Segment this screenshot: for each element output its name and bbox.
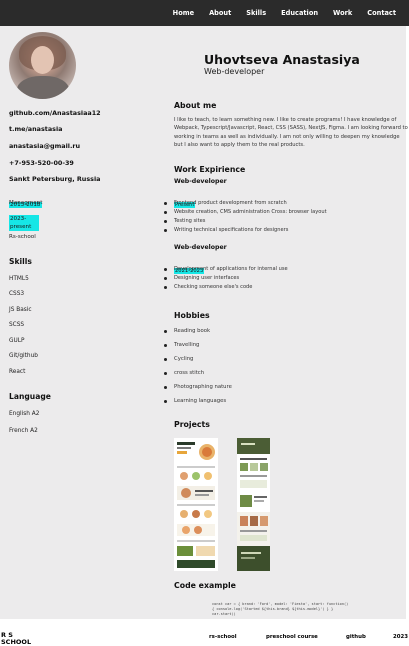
hobby-text: Travelling bbox=[174, 342, 200, 348]
bullet-icon bbox=[164, 211, 167, 214]
project-thumbnail-1[interactable] bbox=[174, 438, 218, 571]
email-link[interactable]: anastasia@gmail.ru bbox=[9, 142, 80, 150]
hobby-item: Reading book bbox=[164, 328, 211, 334]
bullet-icon bbox=[164, 330, 167, 333]
skill-item: React bbox=[9, 369, 26, 375]
nav-skills-link[interactable]: Skills bbox=[246, 9, 266, 17]
job-duties-list: Development of applications for internal… bbox=[164, 265, 288, 292]
skill-item: JS Basic bbox=[9, 307, 32, 313]
about-text: I like to teach, to learn something new.… bbox=[174, 117, 408, 149]
github-link[interactable]: github.com/Anastasiaa12 bbox=[9, 109, 101, 117]
job-duty-text: Website creation, CMS administration Cro… bbox=[174, 209, 327, 215]
footer-preschool-link[interactable]: preschool course bbox=[266, 634, 318, 640]
nav-work-link[interactable]: Work bbox=[333, 9, 352, 17]
footer-year: 2023 bbox=[393, 634, 409, 640]
hobby-text: Photographing nature bbox=[174, 384, 232, 390]
hobby-item: Cycling bbox=[164, 356, 194, 362]
main-nav: Home About Skills Education Work Contact bbox=[158, 0, 396, 26]
education-place: Rs-school bbox=[9, 234, 36, 240]
bullet-icon bbox=[164, 286, 167, 289]
bullet-icon bbox=[164, 277, 167, 280]
nav-home-link[interactable]: Home bbox=[173, 9, 194, 17]
job-position: Web-developer bbox=[174, 178, 227, 185]
bullet-icon bbox=[164, 400, 167, 403]
profile-name: Uhovtseva Anastasiya bbox=[204, 52, 360, 67]
hobby-item: Learning languages bbox=[164, 398, 227, 404]
job-duty-text: Testing sites bbox=[174, 218, 206, 224]
job-duty-text: Designing user interfaces bbox=[174, 275, 240, 281]
nav-about-link[interactable]: About bbox=[209, 9, 231, 17]
hobbies-title: Hobbies bbox=[174, 311, 210, 320]
skills-title: Skills bbox=[9, 257, 32, 266]
job-duty: Frontend product development from scratc… bbox=[164, 199, 327, 208]
nav-education-link[interactable]: Education bbox=[281, 9, 318, 17]
bullet-icon bbox=[164, 386, 167, 389]
language-item: French A2 bbox=[9, 428, 38, 434]
language-title: Language bbox=[9, 392, 51, 401]
avatar-body bbox=[17, 76, 69, 99]
job-duty-text: Checking someone else's code bbox=[174, 284, 253, 290]
hobby-text: Cycling bbox=[174, 356, 194, 362]
job-duty-text: Frontend product development from scratc… bbox=[174, 200, 287, 206]
hobby-item: Travelling bbox=[164, 342, 200, 348]
skill-item: SCSS bbox=[9, 322, 25, 328]
job-duty: Designing user interfaces bbox=[164, 274, 288, 283]
skill-item: CSS3 bbox=[9, 291, 25, 297]
skill-item: Git/github bbox=[9, 353, 38, 359]
hobby-text: Learning languages bbox=[174, 398, 227, 404]
bullet-icon bbox=[164, 372, 167, 375]
skill-item: HTML5 bbox=[9, 276, 29, 282]
work-title: Work Expirience bbox=[174, 165, 246, 174]
job-duty: Testing sites bbox=[164, 217, 327, 226]
project-preview-2 bbox=[237, 438, 270, 571]
job-duty-text: Writing technical specifications for des… bbox=[174, 227, 289, 233]
profile-role: Web-developer bbox=[204, 67, 265, 76]
rs-school-logo[interactable]: R S SCHOOL bbox=[1, 632, 31, 646]
bullet-icon bbox=[164, 220, 167, 223]
bullet-icon bbox=[164, 229, 167, 232]
avatar bbox=[9, 32, 76, 99]
bullet-icon bbox=[164, 202, 167, 205]
hobby-text: Reading book bbox=[174, 328, 211, 334]
project-preview-1 bbox=[174, 438, 218, 571]
education-place: Managment bbox=[9, 200, 43, 206]
code-title: Code example bbox=[174, 581, 236, 590]
language-item: English A2 bbox=[9, 411, 40, 417]
skill-item: GULP bbox=[9, 338, 25, 344]
education-years: 2023-present bbox=[9, 215, 39, 231]
footer-github-link[interactable]: github bbox=[346, 634, 366, 640]
logo-line-2: SCHOOL bbox=[1, 638, 32, 646]
location-text: Sankt Petersburg, Russia bbox=[9, 175, 101, 183]
nav-contact-link[interactable]: Contact bbox=[367, 9, 396, 17]
projects-title: Projects bbox=[174, 420, 210, 429]
job-duties-list: Frontend product development from scratc… bbox=[164, 199, 327, 235]
job-duty: Writing technical specifications for des… bbox=[164, 226, 327, 235]
bullet-icon bbox=[164, 358, 167, 361]
job-position: Web-developer bbox=[174, 244, 227, 251]
job-duty: Website creation, CMS administration Cro… bbox=[164, 208, 327, 217]
top-navbar: Home About Skills Education Work Contact bbox=[0, 0, 409, 26]
telegram-link[interactable]: t.me/anastasia bbox=[9, 125, 62, 133]
bullet-icon bbox=[164, 344, 167, 347]
about-title: About me bbox=[174, 101, 217, 110]
job-duty-text: Development of applications for internal… bbox=[174, 266, 288, 272]
hobby-item: Photographing nature bbox=[164, 384, 232, 390]
code-example: const car = { brand: 'Ford', model: 'Fie… bbox=[212, 602, 349, 616]
job-duty: Development of applications for internal… bbox=[164, 265, 288, 274]
hobby-item: cross stitch bbox=[164, 370, 205, 376]
footer bbox=[0, 619, 409, 646]
hobby-text: cross stitch bbox=[174, 370, 205, 376]
avatar-face bbox=[31, 46, 54, 74]
bullet-icon bbox=[164, 268, 167, 271]
footer-rs-school-link[interactable]: rs-school bbox=[209, 634, 237, 640]
phone-text: +7-953-520-00-39 bbox=[9, 159, 74, 167]
job-duty: Checking someone else's code bbox=[164, 283, 288, 292]
project-thumbnail-2[interactable] bbox=[237, 438, 270, 571]
